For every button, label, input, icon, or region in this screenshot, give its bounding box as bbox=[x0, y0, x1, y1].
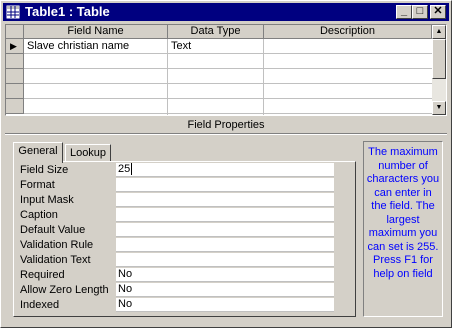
table-icon bbox=[6, 5, 20, 19]
row-gridline bbox=[24, 68, 432, 69]
field-size-input[interactable]: 25 bbox=[116, 163, 334, 177]
property-label-default-value: Default Value bbox=[20, 224, 86, 236]
divider bbox=[5, 133, 447, 135]
property-help-text: The maximum number of characters you can… bbox=[363, 141, 443, 317]
input-mask-input[interactable] bbox=[116, 193, 334, 207]
row-selector[interactable]: ▶ bbox=[6, 39, 24, 54]
allow-zero-length-input[interactable]: No bbox=[116, 283, 334, 297]
property-label-caption: Caption bbox=[20, 209, 58, 221]
column-header-field-name[interactable]: Field Name bbox=[24, 25, 168, 39]
column-header-description[interactable]: Description bbox=[264, 25, 432, 39]
property-label-allow-zero-length: Allow Zero Length bbox=[20, 284, 109, 296]
current-row-arrow-icon: ▶ bbox=[10, 41, 17, 51]
window-title: Table1 : Table bbox=[25, 4, 110, 19]
close-button[interactable]: ✕ bbox=[430, 5, 446, 19]
grid-corner[interactable] bbox=[6, 25, 24, 39]
field-grid: Field Name Data Type Description ▶ Slave… bbox=[5, 24, 447, 116]
scroll-up-icon: ▲ bbox=[435, 28, 443, 35]
column-gridline bbox=[263, 39, 264, 115]
text-cursor bbox=[131, 163, 133, 175]
property-label-field-size: Field Size bbox=[20, 164, 69, 176]
table-design-window: Table1 : Table _ □ ✕ Field Name Data Typ… bbox=[0, 0, 452, 328]
vertical-scrollbar[interactable]: ▲ ▼ bbox=[432, 25, 446, 115]
field-properties-heading: Field Properties bbox=[187, 119, 265, 131]
property-label-validation-text: Validation Text bbox=[20, 254, 91, 266]
indexed-input[interactable]: No bbox=[116, 298, 334, 312]
tab-general[interactable]: General bbox=[13, 142, 63, 163]
required-input[interactable]: No bbox=[116, 268, 334, 282]
scroll-thumb[interactable] bbox=[432, 39, 446, 79]
validation-text-input[interactable] bbox=[116, 253, 334, 267]
scroll-down-icon: ▼ bbox=[435, 104, 443, 111]
row-gridline bbox=[24, 98, 432, 99]
default-value-input[interactable] bbox=[116, 223, 334, 237]
row-selector[interactable] bbox=[6, 69, 24, 84]
property-label-validation-rule: Validation Rule bbox=[20, 239, 94, 251]
caption-input[interactable] bbox=[116, 208, 334, 222]
field-size-value: 25 bbox=[118, 163, 131, 175]
data-type-cell[interactable]: Text bbox=[171, 39, 261, 53]
field-name-cell[interactable]: Slave christian name bbox=[27, 39, 165, 53]
property-label-required: Required bbox=[20, 269, 65, 281]
row-selector[interactable] bbox=[6, 99, 24, 114]
minimize-icon: _ bbox=[400, 5, 408, 17]
validation-rule-input[interactable] bbox=[116, 238, 334, 252]
row-selector[interactable] bbox=[6, 54, 24, 69]
row-gridline bbox=[24, 113, 432, 114]
maximize-icon: □ bbox=[416, 5, 424, 17]
general-properties-panel: Field Size 25 Format Input Mask Caption … bbox=[13, 161, 356, 317]
scroll-up-button[interactable]: ▲ bbox=[432, 25, 446, 39]
close-icon: ✕ bbox=[433, 5, 443, 17]
column-header-data-type[interactable]: Data Type bbox=[168, 25, 264, 39]
row-gridline bbox=[24, 53, 432, 54]
property-label-input-mask: Input Mask bbox=[20, 194, 74, 206]
scroll-down-button[interactable]: ▼ bbox=[432, 101, 446, 115]
property-label-indexed: Indexed bbox=[20, 299, 60, 311]
column-gridline bbox=[167, 39, 168, 115]
tab-lookup[interactable]: Lookup bbox=[65, 144, 111, 162]
format-input[interactable] bbox=[116, 178, 334, 192]
minimize-button[interactable]: _ bbox=[396, 5, 412, 19]
title-bar[interactable]: Table1 : Table _ □ ✕ bbox=[3, 3, 449, 21]
row-selector[interactable] bbox=[6, 84, 24, 99]
property-label-format: Format bbox=[20, 179, 55, 191]
maximize-button[interactable]: □ bbox=[412, 5, 428, 19]
row-gridline bbox=[24, 83, 432, 84]
